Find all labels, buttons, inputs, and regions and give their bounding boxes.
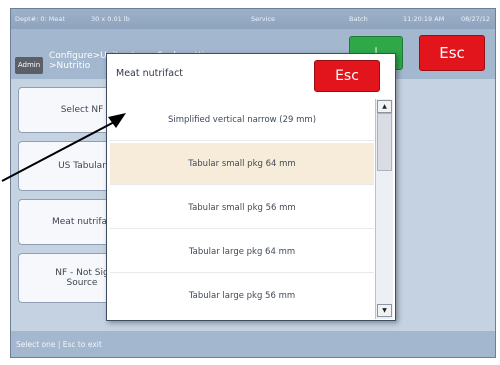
option-label: Tabular small pkg 64 mm bbox=[188, 158, 296, 169]
status-bar: Dept#: 0: Meat 30 x 0.01 lb Service Batc… bbox=[11, 9, 495, 29]
scroll-down-button[interactable]: ▼ bbox=[377, 304, 392, 317]
footer-bar: Select one | Esc to exit bbox=[11, 331, 495, 357]
meat-nutrifact-label: Meat nutrifac bbox=[52, 217, 112, 227]
option-simplified-vertical-narrow[interactable]: Simplified vertical narrow (29 mm) bbox=[110, 99, 374, 141]
status-time: 11:20:19 AM bbox=[403, 15, 445, 23]
user-badge: Admin bbox=[15, 57, 43, 74]
option-label: Tabular large pkg 56 mm bbox=[188, 291, 296, 301]
option-tabular-small-56[interactable]: Tabular small pkg 56 mm bbox=[110, 187, 374, 229]
dialog-header: Meat nutrifact Esc bbox=[107, 54, 395, 98]
select-nf-label: Select NF bbox=[60, 105, 104, 115]
status-dept: Dept#: 0: Meat bbox=[15, 15, 65, 23]
option-tabular-large-56[interactable]: Tabular large pkg 56 mm bbox=[110, 275, 374, 317]
us-tabular-label: US Tabular bbox=[58, 161, 106, 171]
option-tabular-large-64[interactable]: Tabular large pkg 64 mm bbox=[110, 231, 374, 273]
status-mode: Service bbox=[251, 15, 276, 23]
status-weight: 30 x 0.01 lb bbox=[91, 15, 130, 23]
status-batch: Batch bbox=[349, 15, 368, 23]
nf-not-sig-source-label: NF - Not Sig Source bbox=[55, 268, 109, 288]
scrollbar-thumb[interactable] bbox=[377, 113, 392, 171]
option-label: Tabular small pkg 56 mm bbox=[188, 202, 296, 213]
arrow-up-icon: ▲ bbox=[382, 103, 387, 110]
dialog-title: Meat nutrifact bbox=[116, 68, 184, 79]
option-list: Simplified vertical narrow (29 mm) Tabul… bbox=[110, 99, 374, 319]
meat-nutrifact-dialog: Meat nutrifact Esc Simplified vertical n… bbox=[106, 53, 396, 321]
esc-button[interactable]: Esc bbox=[419, 35, 485, 71]
dialog-esc-button[interactable]: Esc bbox=[314, 60, 380, 92]
option-label: Simplified vertical narrow (29 mm) bbox=[167, 114, 317, 125]
scroll-up-button[interactable]: ▲ bbox=[377, 100, 392, 113]
footer-hint: Select one | Esc to exit bbox=[16, 340, 102, 349]
arrow-down-icon: ▼ bbox=[382, 307, 387, 314]
option-scrollbar[interactable]: ▲ ▼ bbox=[375, 99, 393, 319]
status-date: 08/27/12 bbox=[461, 15, 491, 23]
option-tabular-small-64[interactable]: Tabular small pkg 64 mm bbox=[110, 143, 374, 185]
option-label: Tabular large pkg 64 mm bbox=[188, 246, 296, 257]
